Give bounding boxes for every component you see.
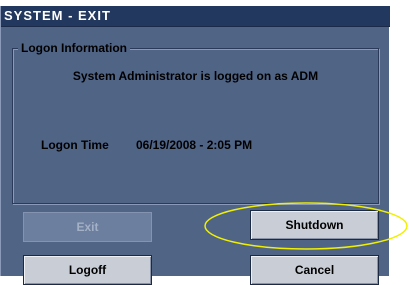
cancel-button[interactable]: Cancel xyxy=(250,255,379,285)
logged-on-message: System Administrator is logged on as ADM xyxy=(72,69,319,83)
shutdown-button[interactable]: Shutdown xyxy=(250,210,379,240)
system-exit-dialog: SYSTEM - EXIT Logon Information System A… xyxy=(0,6,390,285)
window-title: SYSTEM - EXIT xyxy=(4,8,111,23)
logon-time-value: 06/19/2008 - 2:05 PM xyxy=(136,138,253,152)
logon-information-legend: Logon Information xyxy=(18,41,130,55)
exit-button[interactable]: Exit xyxy=(23,212,152,242)
logoff-button[interactable]: Logoff xyxy=(23,255,152,285)
title-bar: SYSTEM - EXIT xyxy=(1,6,390,27)
logon-time-label: Logon Time xyxy=(41,138,109,152)
